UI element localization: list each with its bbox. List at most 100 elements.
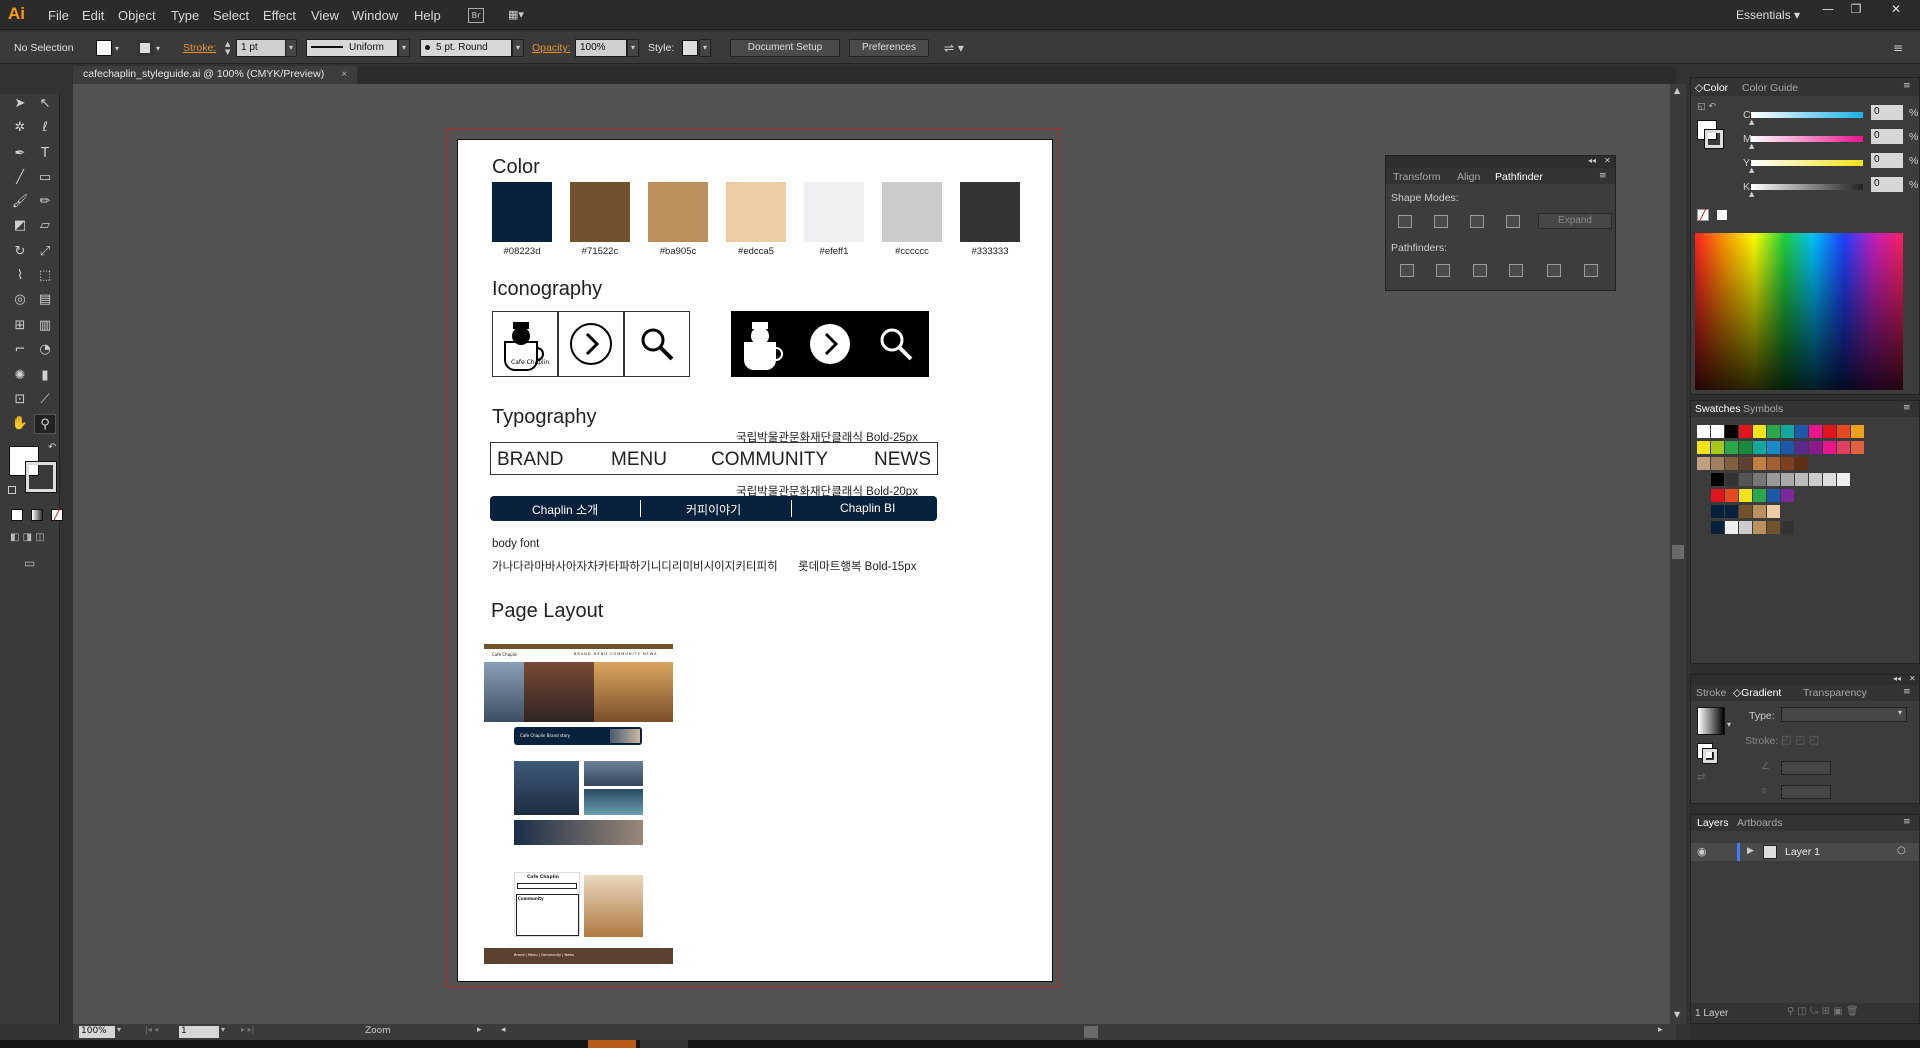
slider-handle[interactable]: ▲: [1749, 142, 1754, 150]
menu-effect[interactable]: Effect: [263, 8, 296, 23]
collapse-icon[interactable]: ◂◂: [1588, 156, 1596, 165]
document-tab[interactable]: cafechaplin_styleguide.ai @ 100% (CMYK/P…: [73, 66, 358, 84]
opacity-input[interactable]: 100%: [575, 39, 627, 57]
yellow-slider[interactable]: [1751, 160, 1863, 166]
stroke-label[interactable]: Stroke:: [183, 42, 216, 54]
shape-builder-icon[interactable]: ◎: [9, 290, 31, 310]
tab-pathfinder[interactable]: Pathfinder: [1495, 171, 1543, 183]
yellow-input[interactable]: 0: [1871, 153, 1903, 168]
swatch-cell[interactable]: [1795, 425, 1808, 438]
menu-edit[interactable]: Edit: [82, 8, 104, 23]
default-colors-icon[interactable]: [8, 486, 16, 494]
eraser-icon[interactable]: ▱: [34, 216, 56, 236]
artboard-tool-icon[interactable]: ⊡: [9, 390, 31, 410]
eyedropper-icon[interactable]: ⌐: [9, 340, 31, 360]
artboard[interactable]: Color #08223d #71522c #ba905c #edcca5 #e…: [457, 139, 1053, 982]
stroke-color-box[interactable]: [1702, 748, 1718, 764]
swatch-cell[interactable]: [1725, 425, 1738, 438]
document-setup-button[interactable]: Document Setup: [730, 39, 840, 57]
blend-icon[interactable]: ◔: [34, 340, 56, 360]
preferences-button[interactable]: Preferences: [849, 39, 929, 57]
swatch-cell[interactable]: [1697, 441, 1710, 454]
artboard-nav-prev-icon[interactable]: |◂ ◂: [145, 1025, 158, 1034]
chevron-down-icon[interactable]: ▾: [699, 39, 711, 57]
pen-tool-icon[interactable]: ✒: [9, 144, 31, 164]
minimize-button[interactable]: —: [1816, 2, 1840, 18]
cyan-slider[interactable]: [1751, 112, 1863, 118]
none-mode-icon[interactable]: ╱: [51, 509, 63, 521]
color-mode-icon[interactable]: [11, 509, 23, 521]
lasso-icon[interactable]: ℓ: [34, 118, 56, 138]
close-icon[interactable]: ✕: [1909, 674, 1916, 683]
magenta-slider[interactable]: [1751, 136, 1863, 142]
default-colors-icon[interactable]: ◱ ↶: [1697, 102, 1716, 112]
swatch-cell[interactable]: [1767, 425, 1780, 438]
scrollbar-thumb[interactable]: [1084, 1026, 1098, 1038]
pencil-icon[interactable]: ✏: [34, 192, 56, 212]
tab-symbols[interactable]: Symbols: [1743, 403, 1783, 415]
swatch-cell[interactable]: [1823, 473, 1836, 486]
zoom-level-field[interactable]: 100%: [79, 1026, 115, 1038]
swatch-cell[interactable]: [1767, 473, 1780, 486]
swatch-cell[interactable]: [1725, 521, 1738, 534]
swatch-cell[interactable]: [1781, 441, 1794, 454]
swatch-cell[interactable]: [1837, 473, 1850, 486]
rotate-icon[interactable]: ↻: [9, 242, 31, 262]
swatch-cell[interactable]: [1753, 521, 1766, 534]
menu-view[interactable]: View: [311, 8, 339, 23]
chevron-down-icon[interactable]: ▾: [156, 44, 160, 53]
chevron-down-icon[interactable]: ▾: [117, 1025, 121, 1034]
status-menu-icon[interactable]: ▸: [477, 1025, 482, 1035]
minus-back-icon[interactable]: [1584, 264, 1598, 277]
tab-gradient[interactable]: ◇Gradient: [1733, 687, 1781, 699]
tab-transform[interactable]: Transform: [1393, 171, 1440, 183]
stroke-swatch[interactable]: [137, 40, 153, 56]
arrange-icon[interactable]: ⇌ ▾: [944, 41, 964, 55]
artboard-number-field[interactable]: 1: [179, 1026, 219, 1038]
swatch-cell[interactable]: [1739, 505, 1752, 518]
swatch-cell[interactable]: [1837, 441, 1850, 454]
stroke-color-box[interactable]: [25, 461, 57, 493]
bridge-icon[interactable]: Br: [468, 8, 484, 23]
chevron-down-icon[interactable]: ▾: [115, 44, 119, 53]
swatch-cell[interactable]: [1711, 441, 1724, 454]
type-tool-icon[interactable]: T: [34, 144, 56, 164]
paintbrush-icon[interactable]: 🖌: [9, 192, 31, 212]
hand-tool-icon[interactable]: ✋: [9, 414, 31, 434]
swatch-cell[interactable]: [1809, 441, 1822, 454]
swatch-cell[interactable]: [1725, 473, 1738, 486]
aspect-ratio-input[interactable]: [1781, 785, 1831, 799]
slider-handle[interactable]: ▲: [1749, 190, 1754, 198]
brush-select[interactable]: 5 pt. Round: [420, 39, 512, 57]
menu-help[interactable]: Help: [414, 8, 441, 23]
screen-mode-icon[interactable]: ▭: [24, 556, 35, 570]
menu-file[interactable]: File: [48, 8, 69, 23]
mesh-icon[interactable]: ⊞: [9, 316, 31, 336]
stroke-weight-input[interactable]: 1 pt: [236, 39, 286, 57]
slider-handle[interactable]: ▲: [1749, 166, 1754, 174]
vertical-scrollbar[interactable]: ▲ ▼: [1670, 84, 1686, 1024]
collapse-icon[interactable]: ◂◂: [1893, 674, 1901, 683]
panel-menu-icon[interactable]: ≡: [1903, 81, 1911, 91]
menu-object[interactable]: Object: [118, 8, 156, 23]
swatch-cell[interactable]: [1809, 425, 1822, 438]
symbol-sprayer-icon[interactable]: ✺: [9, 366, 31, 386]
menu-window[interactable]: Window: [352, 8, 398, 23]
swatch-cell[interactable]: [1739, 441, 1752, 454]
swatch-cell[interactable]: [1795, 441, 1808, 454]
magenta-input[interactable]: 0: [1871, 129, 1903, 144]
menu-select[interactable]: Select: [213, 8, 249, 23]
layer-name[interactable]: Layer 1: [1785, 846, 1820, 858]
fill-swatch[interactable]: [96, 40, 112, 56]
swap-fill-stroke-icon[interactable]: ↶: [48, 442, 56, 453]
slider-handle[interactable]: ▲: [1749, 118, 1754, 126]
swatch-cell[interactable]: [1711, 505, 1724, 518]
swatch-cell[interactable]: [1795, 473, 1808, 486]
slice-icon[interactable]: ⟋: [34, 390, 56, 410]
swatch-cell[interactable]: [1739, 425, 1752, 438]
white-color-icon[interactable]: [1717, 210, 1727, 220]
minus-front-icon[interactable]: [1434, 215, 1448, 228]
artboard-nav-next-icon[interactable]: ▸ ▸|: [241, 1025, 254, 1034]
close-icon[interactable]: ×: [341, 68, 347, 80]
swatch-cell[interactable]: [1739, 489, 1752, 502]
